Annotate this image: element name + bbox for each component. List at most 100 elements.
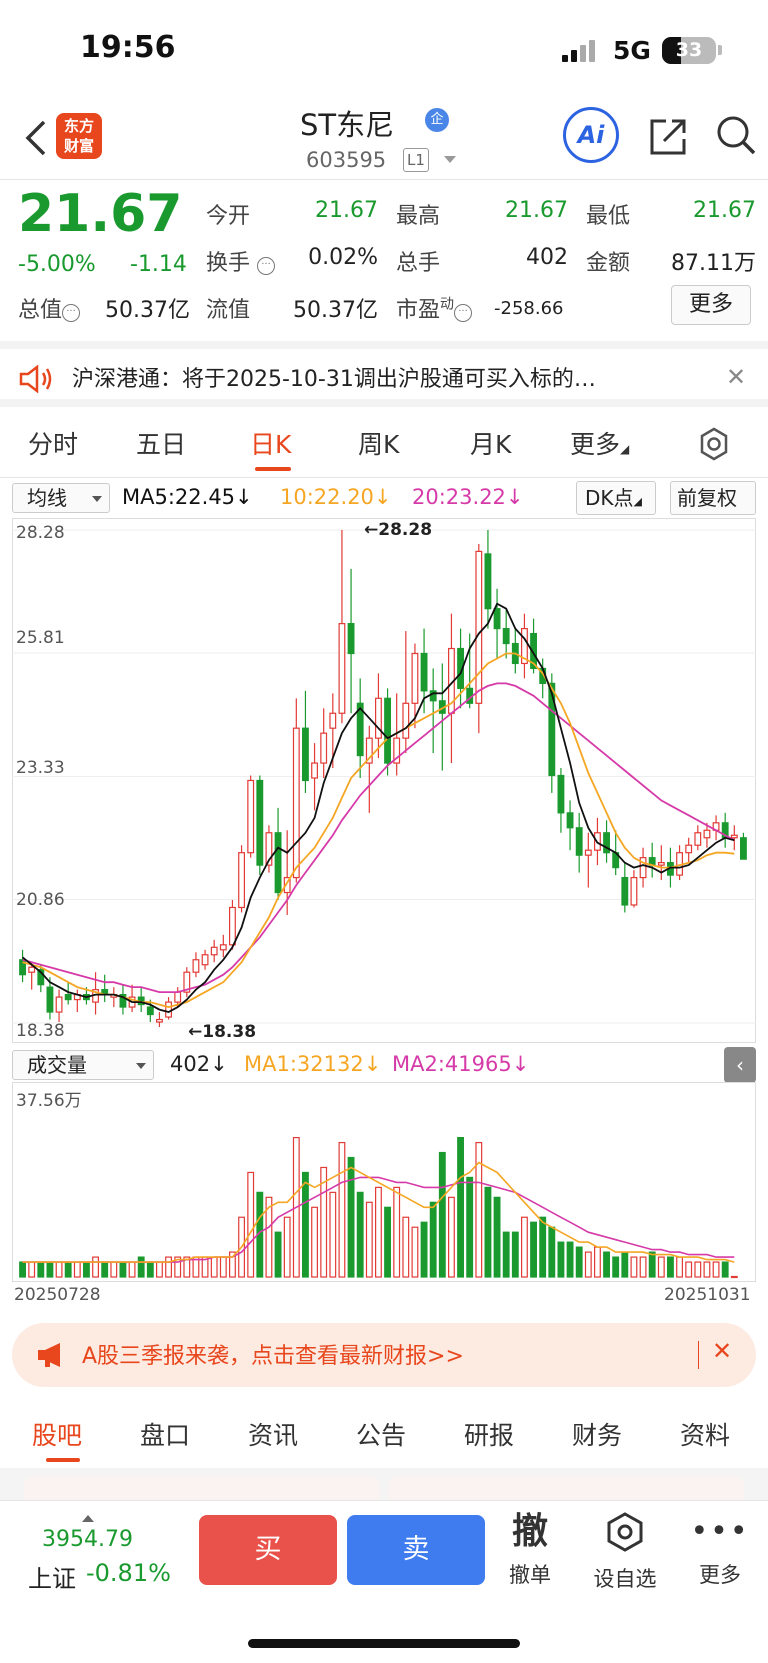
buy-button[interactable]: 买 xyxy=(199,1515,337,1585)
ma5-value: MA5:22.45↓ xyxy=(122,485,253,509)
turnover-label-text: 换手 xyxy=(206,251,251,276)
tab-weekly-k[interactable]: 周K xyxy=(358,425,399,461)
tab-profile[interactable]: 资料 xyxy=(680,1416,730,1452)
ad-text: A股三季报来袭，点击查看最新财报>> xyxy=(82,1344,464,1369)
tab-monthly-k[interactable]: 月K xyxy=(470,425,511,461)
volume-bar xyxy=(73,1261,81,1278)
open-label: 今开 xyxy=(206,204,251,229)
ma20-value: 20:23.22↓ xyxy=(412,485,524,509)
volume-bar xyxy=(630,1256,638,1278)
amount-value: 87.11万 xyxy=(671,251,756,276)
volume-bar xyxy=(694,1261,702,1278)
volume-bar xyxy=(420,1221,428,1278)
volume-bar xyxy=(721,1261,729,1278)
candle-body xyxy=(329,712,337,729)
tab-intraday[interactable]: 分时 xyxy=(28,425,78,461)
close-icon[interactable]: ✕ xyxy=(712,1337,732,1365)
search-icon[interactable] xyxy=(714,113,758,157)
add-watchlist-button[interactable]: 设自选 xyxy=(585,1511,665,1593)
ai-button[interactable]: Ai xyxy=(563,107,619,163)
tab-news[interactable]: 资讯 xyxy=(248,1416,298,1452)
volume-bar xyxy=(347,1156,355,1278)
volume-bar xyxy=(156,1261,163,1278)
volume-bar xyxy=(101,1261,109,1278)
chevron-up-icon[interactable] xyxy=(82,1515,94,1522)
index-name[interactable]: 上证 xyxy=(28,1559,76,1594)
volume-bar xyxy=(375,1186,382,1278)
y-tick-label: 18.38 xyxy=(16,1021,65,1041)
float-label: 流值 xyxy=(206,298,251,323)
tab-guba[interactable]: 股吧 xyxy=(32,1416,82,1452)
turnover-label: 换手 ··· xyxy=(206,245,276,277)
collapse-chevron-icon[interactable]: ‹ xyxy=(724,1047,756,1083)
volume-bar xyxy=(302,1171,309,1278)
volume-chart[interactable] xyxy=(12,1082,756,1282)
high-value: 21.67 xyxy=(505,198,568,223)
candle-body xyxy=(64,994,72,1001)
volume-bar xyxy=(566,1241,574,1278)
battery-level: 33 xyxy=(675,39,703,61)
gear-icon[interactable] xyxy=(697,427,731,461)
ma-selector-label: 均线 xyxy=(27,486,67,510)
stock-code[interactable]: 603595 xyxy=(306,148,386,172)
tab-pankou[interactable]: 盘口 xyxy=(140,1416,190,1452)
index-percent[interactable]: -0.81% xyxy=(86,1559,171,1587)
more-menu-button[interactable]: ••• 更多 xyxy=(680,1511,760,1589)
mktcap-label-text: 总值 xyxy=(18,298,63,323)
ma-selector[interactable]: 均线 xyxy=(12,483,110,513)
volume-bar xyxy=(247,1171,255,1278)
volume-bar xyxy=(83,1261,90,1278)
volume-bar xyxy=(484,1186,492,1278)
cancel-order-button[interactable]: 撤 撤单 xyxy=(490,1511,570,1589)
volume-bar xyxy=(393,1186,401,1278)
candle-body xyxy=(402,702,410,739)
tab-more[interactable]: 更多◢ xyxy=(570,425,629,461)
volume-ma1: MA1:32132↓ xyxy=(244,1052,382,1076)
info-icon[interactable]: ··· xyxy=(454,304,473,322)
tab-five-day[interactable]: 五日 xyxy=(136,425,186,461)
tab-daily-k[interactable]: 日K xyxy=(250,425,291,461)
corner-caret-icon: ◢ xyxy=(633,495,642,508)
volume-bar xyxy=(730,1275,738,1279)
hexagon-icon xyxy=(607,1512,643,1552)
volume-bar xyxy=(311,1206,318,1278)
level-badge[interactable]: L1 xyxy=(403,148,429,172)
y-tick-label: 28.28 xyxy=(16,523,65,543)
kline-chart[interactable] xyxy=(12,518,756,1043)
back-arrow-icon[interactable] xyxy=(22,118,48,158)
volume-selector[interactable]: 成交量 xyxy=(12,1050,154,1080)
report-ad-banner[interactable]: A股三季报来袭，点击查看最新财报>> ✕ xyxy=(12,1323,756,1387)
post-card[interactable] xyxy=(24,1476,380,1500)
more-dots-icon: ••• xyxy=(690,1514,750,1549)
battery-icon: 33 xyxy=(662,37,716,64)
min-price-annotation: ←18.38 xyxy=(188,1022,257,1042)
volume-bar xyxy=(448,1196,455,1278)
notice-bar[interactable]: 沪深港通：将于2025-10-31调出沪股通可买入标的… ✕ xyxy=(0,341,768,407)
more-quote-button[interactable]: 更多 xyxy=(671,285,751,325)
post-card[interactable] xyxy=(388,1476,744,1500)
candle-body xyxy=(475,550,483,704)
change-percent: -5.00% xyxy=(18,252,96,277)
dk-point-button[interactable]: DK点◢ xyxy=(576,481,656,515)
open-value: 21.67 xyxy=(315,198,378,223)
chevron-down-icon[interactable] xyxy=(444,156,456,163)
close-icon[interactable]: ✕ xyxy=(726,363,746,391)
candle-body xyxy=(548,682,556,777)
info-icon[interactable]: ··· xyxy=(257,257,276,275)
tab-announcements[interactable]: 公告 xyxy=(356,1416,406,1452)
share-icon[interactable] xyxy=(646,115,690,159)
volume-bar xyxy=(119,1261,127,1278)
candle-body xyxy=(493,608,501,630)
adjust-button[interactable]: 前复权 xyxy=(670,481,756,515)
volume-bar xyxy=(703,1261,711,1278)
info-icon[interactable]: ··· xyxy=(62,304,81,322)
sell-button[interactable]: 卖 xyxy=(347,1515,485,1585)
index-value[interactable]: 3954.79 xyxy=(42,1527,133,1552)
stock-name: ST东尼 xyxy=(300,108,395,142)
tab-finance[interactable]: 财务 xyxy=(572,1416,622,1452)
volume-bar xyxy=(612,1256,620,1278)
float-value: 50.37亿 xyxy=(293,298,378,323)
tab-research[interactable]: 研报 xyxy=(464,1416,514,1452)
cancel-glyph-icon: 撤 xyxy=(511,1511,548,1552)
volume-bar xyxy=(219,1256,227,1278)
